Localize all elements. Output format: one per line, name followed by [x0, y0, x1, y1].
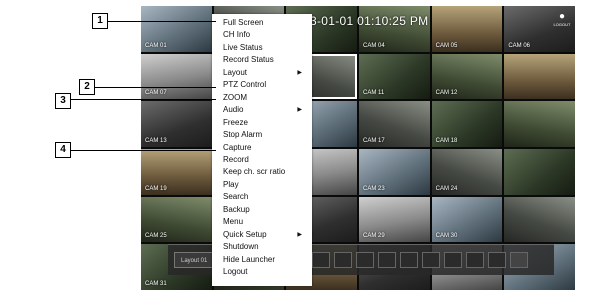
- camera-tile[interactable]: [504, 53, 575, 100]
- camera-label: CAM 18: [435, 138, 458, 144]
- camera-tile[interactable]: CAM 18: [431, 101, 503, 147]
- menu-item[interactable]: Layout: [223, 68, 247, 77]
- camera-tile[interactable]: CAM 25: [141, 196, 212, 243]
- camera-tile[interactable]: CAM 30: [431, 196, 503, 243]
- launcher-button[interactable]: [444, 252, 462, 268]
- logout-corner-label: LOGOUT: [553, 22, 571, 27]
- camera-tile[interactable]: CAM 13: [141, 101, 212, 147]
- camera-label: CAM 29: [362, 233, 385, 240]
- camera-tile[interactable]: CAM 19: [141, 149, 212, 195]
- menu-item[interactable]: Record Status: [223, 55, 274, 64]
- menu-item[interactable]: Record: [223, 155, 249, 164]
- menu-item[interactable]: Menu: [223, 217, 243, 226]
- camera-tile[interactable]: [504, 196, 575, 243]
- camera-label: CAM 05: [435, 42, 458, 49]
- callout-1: 1: [92, 13, 108, 29]
- launcher-button[interactable]: [488, 252, 506, 268]
- submenu-arrow-icon: ▶: [297, 231, 302, 238]
- menu-item[interactable]: Live Status: [223, 43, 263, 52]
- camera-label: CAM 23: [362, 185, 385, 192]
- camera-label: CAM 19: [145, 185, 167, 192]
- launcher-toggle-button[interactable]: [510, 252, 528, 268]
- callout-line-2: [95, 87, 216, 88]
- camera-tile[interactable]: [504, 101, 575, 147]
- menu-item[interactable]: Search: [223, 192, 248, 201]
- camera-tile[interactable]: CAM 01: [141, 6, 212, 52]
- launcher-button[interactable]: [334, 252, 352, 268]
- camera-tile[interactable]: CAM 29: [358, 196, 430, 243]
- launcher-button[interactable]: [378, 252, 396, 268]
- launcher-button[interactable]: [466, 252, 484, 268]
- camera-label: CAM 06: [508, 42, 531, 49]
- callout-line-4: [71, 150, 216, 151]
- camera-label: CAM 30: [435, 233, 458, 240]
- context-menu: Full Screen CH Info Live Status Record Stat…: [212, 14, 312, 286]
- camera-tile[interactable]: CAM 12: [431, 53, 503, 100]
- launcher-button[interactable]: [312, 252, 330, 268]
- menu-item[interactable]: Freeze: [223, 118, 248, 127]
- menu-item[interactable]: Backup: [223, 205, 250, 214]
- camera-tile[interactable]: CAM 17: [358, 101, 430, 147]
- camera-tile[interactable]: CAM 23: [358, 149, 430, 195]
- menu-item[interactable]: Full Screen: [223, 18, 263, 27]
- camera-label: CAM 24: [435, 185, 458, 192]
- menu-item[interactable]: Capture: [223, 143, 251, 152]
- callout-3: 3: [55, 93, 71, 109]
- camera-label: CAM 17: [362, 138, 385, 144]
- live-view-screen: CAM 01CAM 04CAM 05CAM 06CAM 07CAM 10CAM …: [141, 6, 575, 290]
- submenu-arrow-icon: ▶: [297, 69, 302, 76]
- launcher-button[interactable]: [356, 252, 374, 268]
- callout-line-1: [108, 21, 216, 22]
- launcher-button[interactable]: [400, 252, 418, 268]
- camera-tile[interactable]: CAM 24: [431, 149, 503, 195]
- camera-label: CAM 01: [145, 42, 167, 49]
- menu-item[interactable]: Audio: [223, 105, 243, 114]
- menu-item[interactable]: Stop Alarm: [223, 130, 262, 139]
- callout-line-3: [71, 99, 216, 100]
- camera-tile[interactable]: CAM 05: [431, 6, 503, 52]
- camera-label: CAM 31: [145, 281, 167, 287]
- menu-item[interactable]: Quick Setup: [223, 230, 267, 239]
- submenu-arrow-icon: ▶: [297, 107, 302, 114]
- camera-tile[interactable]: CAM 07: [141, 53, 212, 100]
- user-icon: ●: [558, 11, 566, 22]
- callout-2: 2: [79, 79, 95, 95]
- menu-item[interactable]: PTZ Control: [223, 80, 266, 89]
- camera-tile[interactable]: CAM 04: [358, 6, 430, 52]
- camera-label: CAM 04: [362, 42, 385, 49]
- camera-label: CAM 12: [435, 90, 458, 97]
- camera-label: CAM 11: [362, 90, 385, 97]
- logout-corner-button[interactable]: ● LOGOUT: [553, 11, 571, 28]
- menu-item[interactable]: CH Info: [223, 30, 250, 39]
- launcher-button[interactable]: [422, 252, 440, 268]
- camera-label: CAM 13: [145, 138, 167, 144]
- camera-label: CAM 07: [145, 90, 167, 97]
- camera-tile[interactable]: [504, 149, 575, 195]
- menu-item[interactable]: Play: [223, 180, 239, 189]
- menu-item[interactable]: ZOOM: [223, 93, 247, 102]
- camera-tile[interactable]: CAM 11: [358, 53, 430, 100]
- date-time-display: 3-01-01 01:10:25 PM: [310, 14, 429, 28]
- callout-4: 4: [55, 142, 71, 158]
- menu-item[interactable]: Keep ch. scr ratio: [223, 167, 285, 176]
- menu-item[interactable]: Logout: [223, 267, 247, 276]
- menu-item[interactable]: Shutdown: [223, 242, 259, 251]
- menu-item[interactable]: Hide Launcher: [223, 255, 275, 264]
- camera-label: CAM 25: [145, 233, 167, 240]
